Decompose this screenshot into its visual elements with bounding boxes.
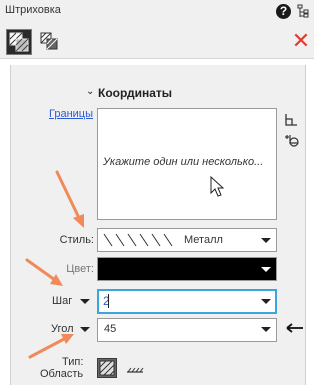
color-select[interactable]	[97, 257, 277, 281]
section-title-coordinates[interactable]: Координаты	[98, 86, 172, 100]
hatch-pattern-preview-icon	[102, 232, 180, 248]
help-icon[interactable]: ?	[276, 4, 291, 19]
boundaries-hint: Укажите один или несколько...	[103, 156, 264, 168]
line-hatch-icon	[127, 367, 144, 373]
style-value: Металл	[184, 234, 223, 246]
text-caret	[108, 294, 109, 308]
step-input[interactable]	[97, 289, 277, 314]
chevron-down-icon[interactable]	[261, 299, 271, 304]
add-contour-icon[interactable]	[284, 133, 300, 149]
angle-input[interactable]	[97, 318, 277, 342]
hatch-type-line-button[interactable]	[125, 360, 145, 376]
angle-value: 45	[104, 323, 117, 335]
type-label: Тип:	[62, 356, 84, 368]
boundaries-link[interactable]: Границы	[49, 108, 93, 120]
hatch-mode-button[interactable]	[6, 29, 32, 55]
window-title: Штриховка	[5, 4, 61, 16]
copy-hatch-button[interactable]	[39, 31, 59, 51]
angle-mode-dropdown-icon[interactable]	[80, 327, 90, 332]
close-icon[interactable]: ✕	[291, 30, 311, 52]
mouse-pointer-icon	[210, 175, 226, 198]
color-label: Цвет:	[66, 263, 94, 275]
area-hatch-icon	[99, 360, 115, 376]
chevron-down-icon[interactable]	[261, 267, 271, 272]
chevron-down-icon[interactable]: ⌄	[86, 86, 94, 97]
step-mode-dropdown-icon[interactable]	[80, 299, 90, 304]
chevron-down-icon[interactable]	[261, 327, 271, 332]
tree-icon[interactable]	[297, 4, 309, 19]
hatch-type-area-button[interactable]	[97, 358, 117, 378]
angle-label: Угол	[51, 323, 74, 335]
chevron-down-icon[interactable]	[261, 238, 271, 243]
copy-hatch-icon	[40, 32, 58, 50]
style-label: Стиль:	[59, 234, 94, 246]
step-label: Шаг	[52, 295, 73, 307]
hatch-icon	[9, 32, 29, 52]
corner-bracket-icon[interactable]	[284, 113, 298, 127]
left-arrow-icon	[283, 318, 305, 338]
area-label: Область	[40, 368, 84, 380]
